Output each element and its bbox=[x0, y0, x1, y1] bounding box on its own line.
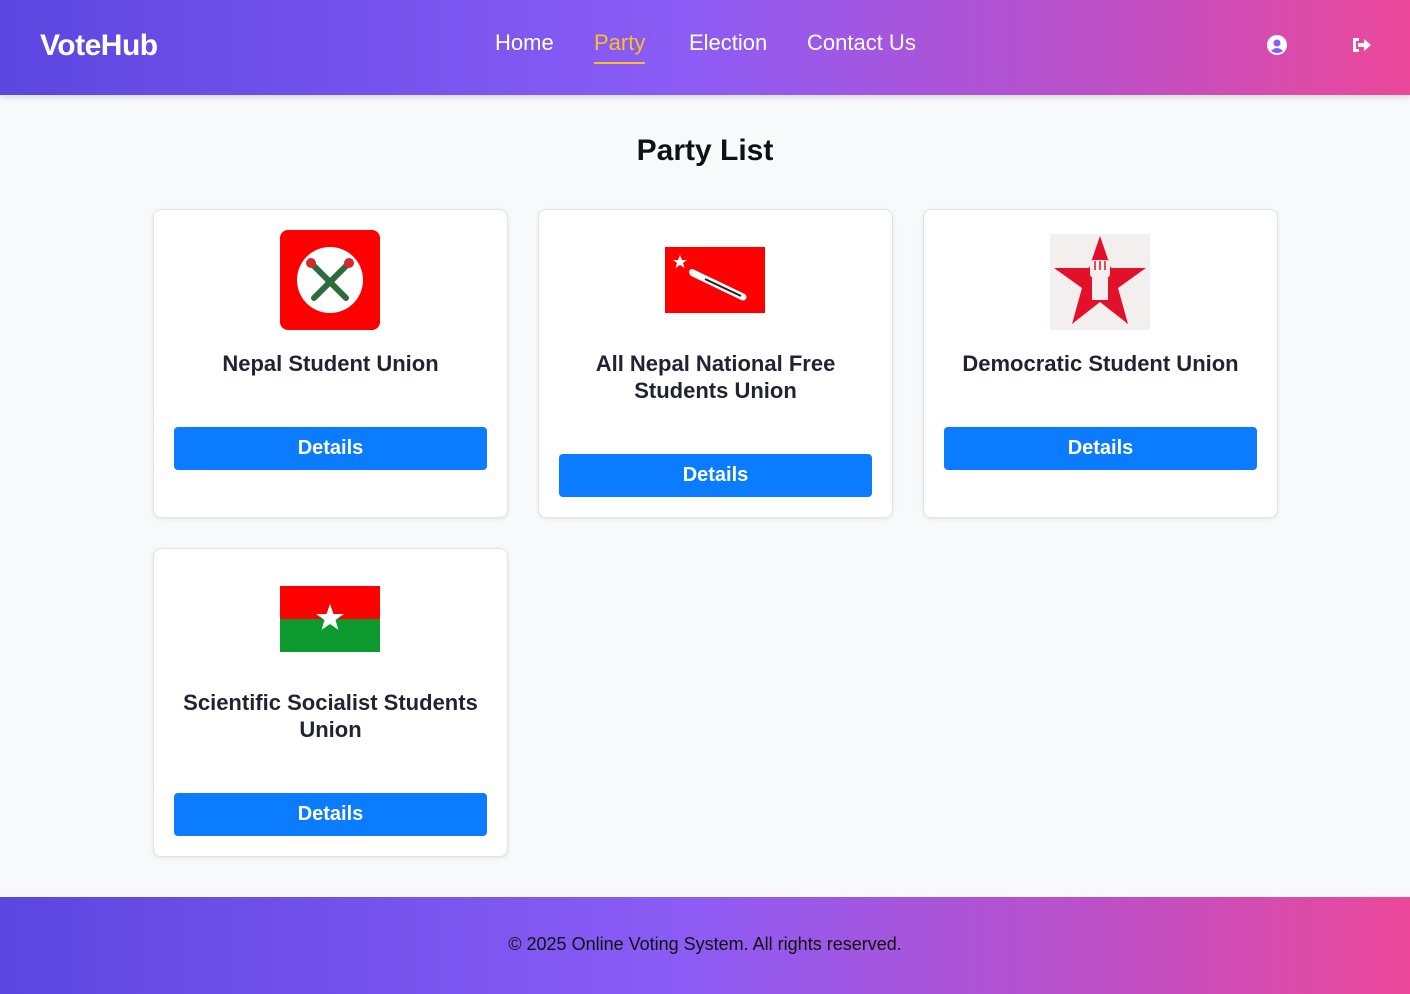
crossed-torches-logo bbox=[280, 230, 380, 330]
details-button[interactable]: Details bbox=[174, 793, 487, 836]
nav-party[interactable]: Party bbox=[594, 30, 646, 64]
red-flag-pen-star-logo bbox=[665, 230, 765, 330]
navbar: VoteHub Home Party Election Contact Us bbox=[0, 0, 1410, 95]
details-button[interactable]: Details bbox=[174, 427, 487, 470]
red-star-fist-logo bbox=[1050, 232, 1150, 332]
main-nav: Home Party Election Contact Us bbox=[0, 0, 1410, 95]
party-card: Nepal Student Union Details bbox=[153, 209, 508, 518]
party-card: Democratic Student Union Details bbox=[923, 209, 1278, 518]
nav-contact-us[interactable]: Contact Us bbox=[807, 30, 916, 62]
user-circle-icon[interactable] bbox=[1265, 33, 1289, 57]
party-card: Scientific Socialist Students Union Deta… bbox=[153, 548, 508, 857]
nav-home[interactable]: Home bbox=[495, 30, 554, 62]
page-title: Party List bbox=[636, 134, 774, 167]
party-name: Nepal Student Union bbox=[222, 351, 439, 376]
sign-out-icon[interactable] bbox=[1350, 33, 1374, 57]
details-button[interactable]: Details bbox=[559, 454, 872, 497]
nav-election[interactable]: Election bbox=[689, 30, 767, 62]
copyright-text: © 2025 Online Voting System. All rights … bbox=[508, 934, 902, 954]
party-name: Scientific Socialist Students Union bbox=[183, 690, 478, 742]
party-card: All Nepal National Free Students Union D… bbox=[538, 209, 893, 518]
party-name: All Nepal National Free Students Union bbox=[595, 351, 836, 403]
red-green-star-flag-logo bbox=[280, 569, 380, 669]
party-name: Democratic Student Union bbox=[962, 351, 1239, 376]
details-button[interactable]: Details bbox=[944, 427, 1257, 470]
footer: © 2025 Online Voting System. All rights … bbox=[0, 897, 1410, 994]
